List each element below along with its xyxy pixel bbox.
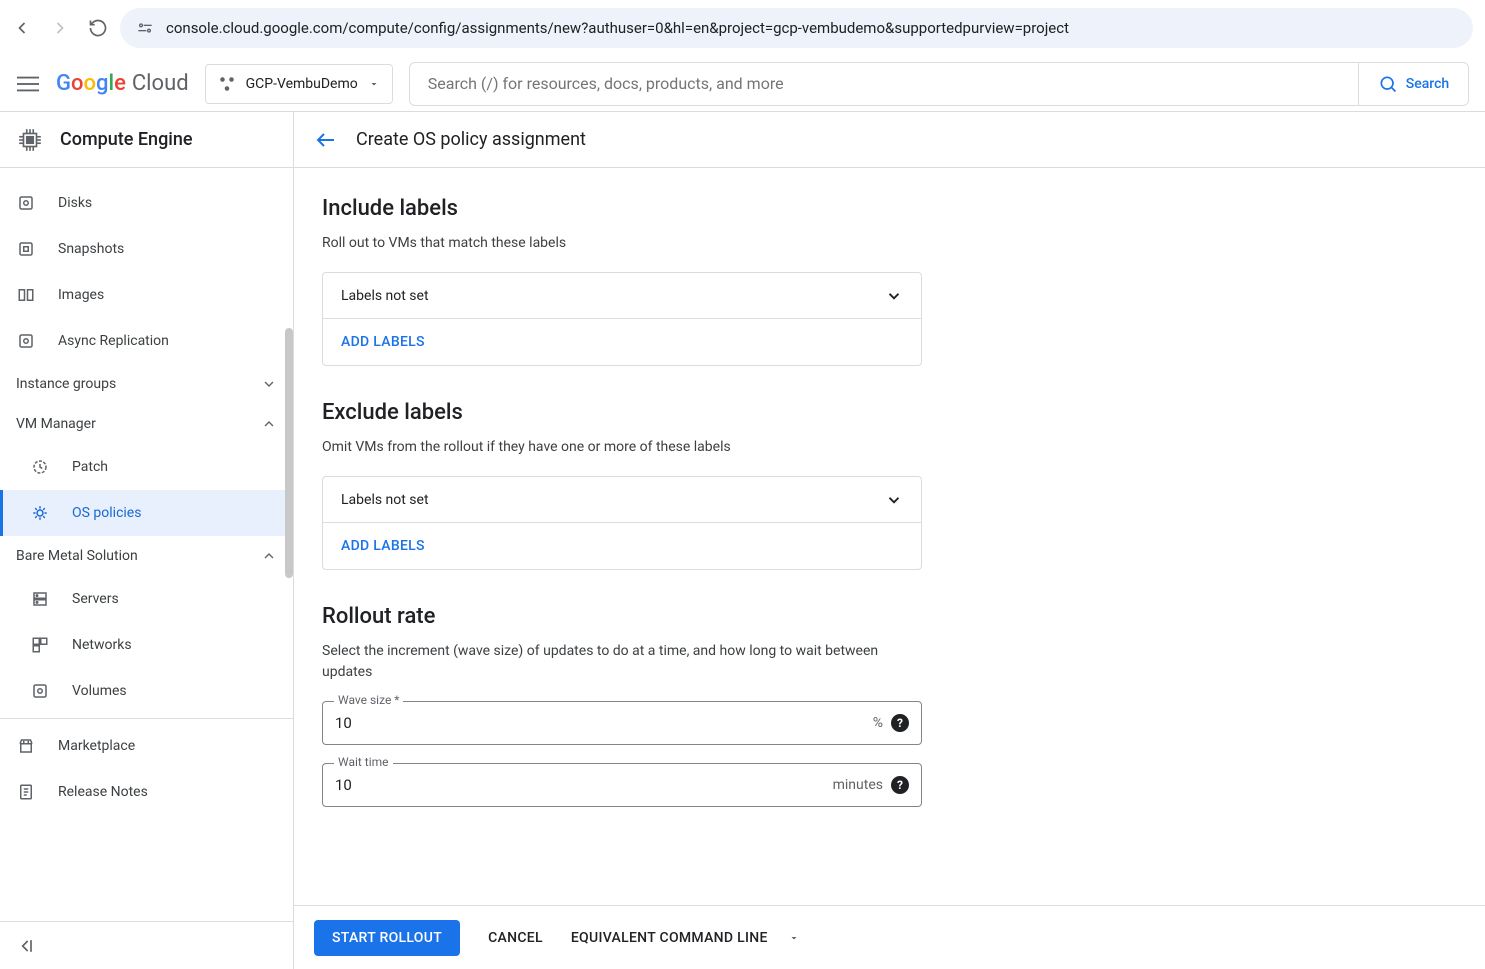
sidebar-item-os-policies[interactable]: OS policies [0,490,293,536]
sidebar-item-images[interactable]: Images [0,272,293,318]
snapshot-icon [16,239,36,259]
sidebar-group-instance-groups[interactable]: Instance groups [0,364,293,404]
browser-url-text: console.cloud.google.com/compute/config/… [166,19,1069,37]
sidebar-item-label: Snapshots [58,241,124,257]
sidebar-item-volumes[interactable]: Volumes [0,668,293,714]
google-cloud-logo[interactable]: Google Cloud [56,71,189,96]
site-settings-icon[interactable] [136,19,154,37]
sidebar-item-label: Async Replication [58,333,169,349]
chevron-down-icon [885,287,903,305]
sidebar-item-label: Volumes [72,683,127,699]
wave-size-unit: % [873,715,883,731]
search-input[interactable] [410,63,1358,105]
os-policies-icon [30,503,50,523]
sidebar: Compute Engine Disks Snapshots Images [0,112,294,969]
include-labels-dropdown[interactable]: Labels not set [323,273,921,319]
wait-time-field: Wait time minutes ? [322,763,922,807]
cancel-button[interactable]: CANCEL [488,930,543,946]
include-labels-section: Include labels Roll out to VMs that matc… [322,196,922,366]
equivalent-command-line-button[interactable]: EQUIVALENT COMMAND LINE [571,930,768,946]
start-rollout-button[interactable]: START ROLLOUT [314,920,460,956]
sidebar-item-label: Release Notes [58,784,148,800]
images-icon [16,285,36,305]
sidebar-item-label: Disks [58,195,92,211]
footer-bar: START ROLLOUT CANCEL EQUIVALENT COMMAND … [294,905,1485,969]
rollout-rate-section: Rollout rate Select the increment (wave … [322,604,922,807]
caret-down-icon [368,78,380,90]
sidebar-collapse[interactable] [0,921,293,969]
chevron-up-icon [261,548,277,564]
sidebar-item-async-replication[interactable]: Async Replication [0,318,293,364]
async-replication-icon [16,331,36,351]
sidebar-item-release-notes[interactable]: Release Notes [0,769,293,815]
wait-time-help-icon[interactable]: ? [891,776,909,794]
sidebar-scrollbar[interactable] [285,328,293,578]
sidebar-item-servers[interactable]: Servers [0,576,293,622]
content-header: Create OS policy assignment [294,112,1485,168]
project-name: GCP-VembuDemo [246,76,358,92]
project-picker[interactable]: GCP-VembuDemo [205,64,393,104]
browser-reload-icon[interactable] [88,18,108,38]
back-arrow-icon[interactable] [314,128,338,152]
release-notes-icon [16,782,36,802]
sidebar-item-label: Marketplace [58,738,135,754]
sidebar-header[interactable]: Compute Engine [0,112,293,168]
search-bar: Search [409,62,1469,106]
exclude-labels-desc: Omit VMs from the rollout if they have o… [322,437,922,458]
exclude-labels-dropdown[interactable]: Labels not set [323,477,921,523]
chevron-down-icon [261,376,277,392]
rollout-rate-heading: Rollout rate [322,604,922,629]
chevron-down-icon [885,491,903,509]
add-exclude-labels-button[interactable]: ADD LABELS [323,523,921,569]
sidebar-item-label: Servers [72,591,119,607]
exclude-labels-heading: Exclude labels [322,400,922,425]
sidebar-group-vm-manager[interactable]: VM Manager [0,404,293,444]
sidebar-item-label: Patch [72,459,108,475]
content: Create OS policy assignment Include labe… [294,112,1485,969]
wave-size-field: Wave size * % ? [322,701,922,745]
wave-size-help-icon[interactable]: ? [891,714,909,732]
sidebar-title: Compute Engine [60,129,193,150]
browser-nav [12,18,108,38]
command-line-caret-icon[interactable] [788,932,800,944]
rollout-rate-desc: Select the increment (wave size) of upda… [322,641,922,683]
networks-icon [30,635,50,655]
include-labels-desc: Roll out to VMs that match these labels [322,233,922,254]
patch-icon [30,457,50,477]
volumes-icon [30,681,50,701]
exclude-labels-section: Exclude labels Omit VMs from the rollout… [322,400,922,570]
page-title: Create OS policy assignment [356,129,586,150]
servers-icon [30,589,50,609]
include-labels-heading: Include labels [322,196,922,221]
sidebar-item-label: OS policies [72,505,141,521]
add-include-labels-button[interactable]: ADD LABELS [323,319,921,365]
cloud-header: Google Cloud GCP-VembuDemo Search [0,56,1485,112]
disk-icon [16,193,36,213]
compute-engine-icon [16,126,44,154]
wait-time-input[interactable] [335,776,825,794]
browser-forward-icon[interactable] [50,18,70,38]
wave-size-input[interactable] [335,714,865,732]
sidebar-item-marketplace[interactable]: Marketplace [0,723,293,769]
browser-back-icon[interactable] [12,18,32,38]
nav-menu-icon[interactable] [16,72,40,96]
project-icon [218,75,236,93]
marketplace-icon [16,736,36,756]
sidebar-group-bare-metal[interactable]: Bare Metal Solution [0,536,293,576]
sidebar-item-disks[interactable]: Disks [0,180,293,226]
sidebar-item-label: Images [58,287,104,303]
sidebar-item-networks[interactable]: Networks [0,622,293,668]
sidebar-item-patch[interactable]: Patch [0,444,293,490]
browser-url-bar[interactable]: console.cloud.google.com/compute/config/… [120,8,1473,48]
chevron-up-icon [261,416,277,432]
wait-time-unit: minutes [833,777,883,793]
search-button[interactable]: Search [1358,63,1468,105]
browser-toolbar: console.cloud.google.com/compute/config/… [0,0,1485,56]
sidebar-item-label: Networks [72,637,132,653]
sidebar-item-snapshots[interactable]: Snapshots [0,226,293,272]
